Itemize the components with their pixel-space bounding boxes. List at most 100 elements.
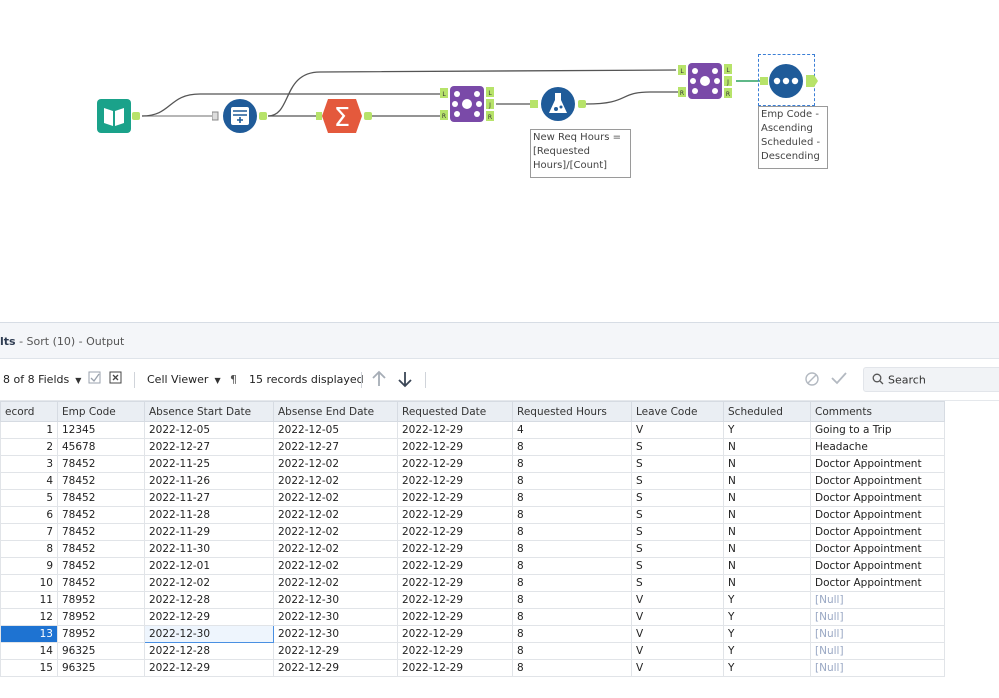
column-header-record[interactable]: ecord [0, 401, 58, 422]
scheduled-cell[interactable]: Y [723, 625, 811, 643]
absence-start-cell[interactable]: 2022-11-26 [144, 472, 274, 490]
requested-date-cell[interactable]: 2022-12-29 [397, 625, 513, 643]
requested-hours-cell[interactable]: 4 [512, 421, 632, 439]
requested-date-cell[interactable]: 2022-12-29 [397, 591, 513, 609]
check-all-icon[interactable] [88, 371, 102, 388]
emp-code-cell[interactable]: 78452 [57, 523, 145, 541]
table-row[interactable]: 9 78452 2022-12-01 2022-12-02 2022-12-29 8 S N D… [0, 557, 945, 575]
table-row[interactable]: 3 78452 2022-11-25 2022-12-02 2022-12-29 8 S N D… [0, 455, 945, 473]
requested-hours-cell[interactable]: 8 [512, 455, 632, 473]
absence-end-cell[interactable]: 2022-12-02 [273, 574, 398, 592]
comments-cell[interactable]: Doctor Appointment [810, 472, 945, 490]
requested-hours-cell[interactable]: 8 [512, 540, 632, 558]
comments-cell[interactable]: Doctor Appointment [810, 557, 945, 575]
requested-date-cell[interactable]: 2022-12-29 [397, 421, 513, 439]
table-row[interactable]: 14 96325 2022-12-28 2022-12-29 2022-12-29 8 V Y… [0, 642, 945, 660]
absence-end-cell[interactable]: 2022-12-02 [273, 557, 398, 575]
absence-end-cell[interactable]: 2022-12-30 [273, 608, 398, 626]
emp-code-cell[interactable]: 96325 [57, 659, 145, 677]
record-number-cell[interactable]: 2 [0, 438, 58, 456]
scheduled-cell[interactable]: N [723, 574, 811, 592]
uncheck-all-icon[interactable] [109, 371, 123, 388]
column-header-requested-date[interactable]: Requested Date [397, 401, 513, 422]
table-row[interactable]: 11 78952 2022-12-28 2022-12-30 2022-12-29 8 V Y… [0, 591, 945, 609]
emp-code-cell[interactable]: 78952 [57, 591, 145, 609]
record-number-cell[interactable]: 14 [0, 642, 58, 660]
absence-end-cell[interactable]: 2022-12-29 [273, 659, 398, 677]
absence-end-cell[interactable]: 2022-12-02 [273, 506, 398, 524]
requested-hours-cell[interactable]: 8 [512, 591, 632, 609]
comments-cell[interactable]: Going to a Trip [810, 421, 945, 439]
requested-date-cell[interactable]: 2022-12-29 [397, 642, 513, 660]
requested-date-cell[interactable]: 2022-12-29 [397, 557, 513, 575]
summarize-tool[interactable]: Σ [316, 98, 372, 134]
scheduled-cell[interactable]: Y [723, 608, 811, 626]
leave-code-cell[interactable]: S [631, 438, 724, 456]
absence-start-cell[interactable]: 2022-12-29 [144, 608, 274, 626]
column-header-absence-start[interactable]: Absence Start Date [144, 401, 274, 422]
leave-code-cell[interactable]: S [631, 489, 724, 507]
requested-date-cell[interactable]: 2022-12-29 [397, 540, 513, 558]
table-row[interactable]: 15 96325 2022-12-29 2022-12-29 2022-12-29 8 V Y… [0, 659, 945, 677]
leave-code-cell[interactable]: V [631, 591, 724, 609]
requested-hours-cell[interactable]: 8 [512, 659, 632, 677]
scheduled-cell[interactable]: N [723, 506, 811, 524]
comments-cell[interactable]: [Null] [810, 642, 945, 660]
join-tool-1[interactable]: L R L J R [438, 84, 498, 124]
record-number-cell[interactable]: 11 [0, 591, 58, 609]
workflow-canvas[interactable]: Σ L R L J R New Req Hours = [Requested H… [0, 0, 999, 322]
table-row[interactable]: 4 78452 2022-11-26 2022-12-02 2022-12-29 8 S N D… [0, 472, 945, 490]
leave-code-cell[interactable]: V [631, 625, 724, 643]
sort-tool[interactable] [760, 62, 820, 100]
arrow-up-icon[interactable] [371, 370, 387, 391]
scheduled-cell[interactable]: Y [723, 642, 811, 660]
emp-code-cell[interactable]: 78452 [57, 489, 145, 507]
requested-hours-cell[interactable]: 8 [512, 625, 632, 643]
comments-cell[interactable]: Doctor Appointment [810, 540, 945, 558]
record-number-cell[interactable]: 15 [0, 659, 58, 677]
requested-hours-cell[interactable]: 8 [512, 557, 632, 575]
record-number-cell[interactable]: 7 [0, 523, 58, 541]
absence-start-cell[interactable]: 2022-11-25 [144, 455, 274, 473]
table-row[interactable]: 1 12345 2022-12-05 2022-12-05 2022-12-29 4 V Y G… [0, 421, 945, 439]
absence-end-cell[interactable]: 2022-12-02 [273, 472, 398, 490]
table-row[interactable]: 8 78452 2022-11-30 2022-12-02 2022-12-29 8 S N D… [0, 540, 945, 558]
requested-date-cell[interactable]: 2022-12-29 [397, 608, 513, 626]
leave-code-cell[interactable]: S [631, 506, 724, 524]
requested-hours-cell[interactable]: 8 [512, 608, 632, 626]
absence-end-cell[interactable]: 2022-12-30 [273, 591, 398, 609]
comments-cell[interactable]: Headache [810, 438, 945, 456]
cell-viewer-dropdown[interactable]: Cell Viewer ▼ [147, 373, 221, 386]
emp-code-cell[interactable]: 78952 [57, 608, 145, 626]
comments-cell[interactable]: Doctor Appointment [810, 574, 945, 592]
leave-code-cell[interactable]: V [631, 642, 724, 660]
input-data-tool[interactable] [96, 98, 144, 134]
scheduled-cell[interactable]: N [723, 438, 811, 456]
scheduled-cell[interactable]: N [723, 557, 811, 575]
requested-date-cell[interactable]: 2022-12-29 [397, 472, 513, 490]
absence-start-cell[interactable]: 2022-12-28 [144, 642, 274, 660]
scheduled-cell[interactable]: Y [723, 421, 811, 439]
absence-start-cell[interactable]: 2022-12-29 [144, 659, 274, 677]
requested-hours-cell[interactable]: 8 [512, 438, 632, 456]
requested-date-cell[interactable]: 2022-12-29 [397, 489, 513, 507]
record-number-cell[interactable]: 13 [0, 625, 58, 643]
record-number-cell[interactable]: 1 [0, 421, 58, 439]
absence-end-cell[interactable]: 2022-12-27 [273, 438, 398, 456]
absence-start-cell[interactable]: 2022-11-29 [144, 523, 274, 541]
comments-cell[interactable]: [Null] [810, 659, 945, 677]
requested-hours-cell[interactable]: 8 [512, 523, 632, 541]
requested-date-cell[interactable]: 2022-12-29 [397, 574, 513, 592]
multi-row-formula-tool[interactable] [211, 98, 272, 134]
absence-start-cell[interactable]: 2022-11-27 [144, 489, 274, 507]
requested-date-cell[interactable]: 2022-12-29 [397, 506, 513, 524]
pilcrow-icon[interactable]: ¶ [230, 373, 237, 386]
emp-code-cell[interactable]: 78452 [57, 472, 145, 490]
emp-code-cell[interactable]: 78452 [57, 557, 145, 575]
search-input[interactable]: Search [863, 367, 999, 392]
absence-end-cell[interactable]: 2022-12-02 [273, 540, 398, 558]
scheduled-cell[interactable]: N [723, 540, 811, 558]
absence-end-cell[interactable]: 2022-12-02 [273, 455, 398, 473]
record-number-cell[interactable]: 6 [0, 506, 58, 524]
leave-code-cell[interactable]: S [631, 472, 724, 490]
